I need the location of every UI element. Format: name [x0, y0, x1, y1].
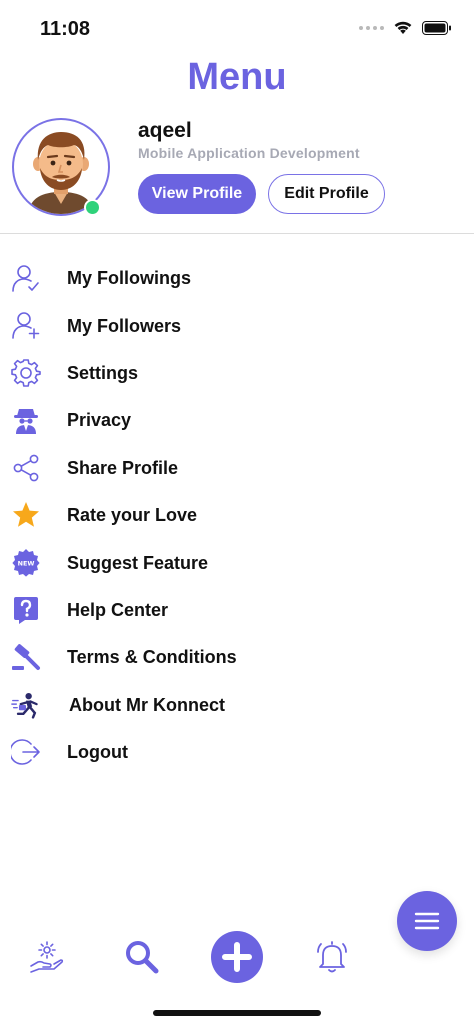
home-indicator	[153, 1010, 321, 1016]
menu-item-rate-your-love[interactable]: Rate your Love	[0, 492, 474, 539]
signal-dots-icon	[359, 25, 384, 30]
menu-item-label: Suggest Feature	[67, 552, 209, 573]
bell-icon	[317, 941, 347, 973]
menu-item-about[interactable]: About Mr Konnect	[0, 682, 474, 729]
status-time: 11:08	[40, 18, 91, 40]
menu-item-label: Terms & Conditions	[67, 647, 237, 668]
wifi-icon	[394, 21, 412, 34]
menu-item-label: My Followers	[67, 315, 182, 336]
menu-item-settings[interactable]: Settings	[0, 350, 474, 397]
logout-icon	[11, 737, 41, 767]
menu-item-label: Share Profile	[67, 457, 179, 478]
profile-subtitle: Mobile Application Development	[138, 145, 360, 161]
edit-profile-button[interactable]: Edit Profile	[268, 174, 385, 214]
menu-item-help-center[interactable]: Help Center	[0, 587, 474, 634]
menu-item-terms-conditions[interactable]: Terms & Conditions	[0, 634, 474, 681]
menu-item-label: Settings	[67, 362, 139, 383]
view-profile-button[interactable]: View Profile	[138, 174, 256, 214]
menu-item-share-profile[interactable]: Share Profile	[0, 445, 474, 492]
user-check-icon	[11, 263, 41, 293]
profile-name: aqeel	[138, 119, 192, 142]
menu-item-label: Help Center	[67, 599, 169, 620]
new-badge-icon: NEW	[11, 547, 41, 577]
menu-item-my-followers[interactable]: My Followers	[0, 302, 474, 349]
divider	[0, 233, 474, 234]
question-icon	[11, 595, 41, 625]
menu-item-label: Logout	[67, 742, 128, 763]
user-plus-icon	[11, 310, 41, 340]
spy-icon	[11, 405, 41, 435]
status-bar: 11:08	[0, 0, 474, 56]
tab-notifications[interactable]	[305, 930, 359, 984]
menu-item-logout[interactable]: Logout	[0, 729, 474, 776]
menu-item-suggest-feature[interactable]: NEW Suggest Feature	[0, 539, 474, 586]
menu-item-my-followings[interactable]: My Followings	[0, 255, 474, 302]
menu-item-label: My Followings	[67, 268, 191, 289]
menu-item-label: Privacy	[67, 410, 132, 431]
gavel-icon	[11, 642, 41, 672]
battery-icon	[422, 20, 451, 35]
svg-text:NEW: NEW	[18, 560, 35, 568]
status-icons	[359, 20, 452, 35]
runner-icon	[11, 690, 41, 720]
share-icon	[11, 453, 41, 483]
gear-icon	[11, 358, 41, 388]
tab-services[interactable]	[20, 930, 74, 984]
online-status-dot	[84, 199, 101, 216]
hand-gear-icon	[30, 941, 64, 973]
page-title: Menu	[187, 56, 287, 98]
tab-add[interactable]	[211, 931, 263, 983]
menu-item-label: Rate your Love	[67, 505, 198, 526]
menu-list: My Followings My Followers Settings Priv…	[0, 255, 474, 776]
bottom-tab-bar	[0, 920, 474, 992]
avatar[interactable]	[12, 118, 110, 216]
star-icon	[11, 500, 41, 530]
plus-icon	[222, 942, 252, 972]
menu-item-privacy[interactable]: Privacy	[0, 397, 474, 444]
menu-item-label: About Mr Konnect	[69, 694, 225, 715]
tab-search[interactable]	[115, 930, 169, 984]
search-icon	[126, 941, 159, 974]
